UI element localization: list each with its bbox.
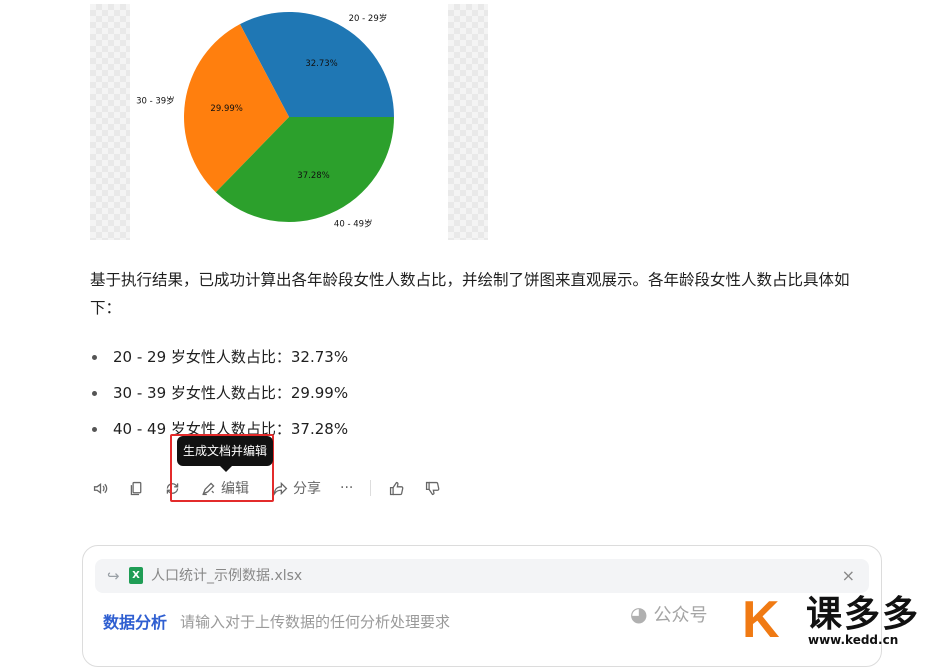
brand-name: 课多多 — [806, 594, 921, 635]
reply-arrow-icon: ↪ — [107, 567, 120, 585]
edit-tooltip: 生成文档并编辑 — [177, 436, 273, 466]
tooltip-arrow — [220, 466, 232, 472]
pie-chart: 32.73% 20 - 29岁 29.99% 30 - 39岁 37.28% 40 - 4… — [90, 4, 488, 240]
share-button[interactable]: 分享 — [272, 476, 321, 500]
copy-button[interactable] — [128, 476, 145, 500]
divider — [370, 480, 371, 496]
attached-file-name: 人口统计_示例数据.xlsx — [151, 568, 303, 584]
speaker-icon — [93, 482, 108, 494]
attached-file-chip[interactable]: ↪ X 人口统计_示例数据.xlsx × — [95, 559, 869, 593]
list-item: 20 - 29 岁女性人数占比：32.73% — [90, 343, 348, 379]
brand-url: www.kedd.cn — [808, 633, 899, 647]
slice-category-label: 20 - 29岁 — [349, 13, 388, 24]
watermark-account: 公众号 — [653, 605, 708, 626]
chat-input-placeholder[interactable]: 请输入对于上传数据的任何分析处理要求 — [180, 611, 450, 632]
excel-file-icon: X — [129, 567, 143, 584]
slice-percent-label: 32.73% — [305, 59, 337, 69]
slice-category-label: 30 - 39岁 — [136, 96, 175, 107]
wechat-icon: ◕ — [630, 602, 648, 626]
share-icon — [273, 481, 288, 496]
wechat-watermark: ◕ 公众号 — [630, 594, 707, 634]
copy-icon — [130, 481, 142, 495]
brand-logo: K 课多多 www.kedd.cn — [742, 593, 938, 651]
like-button[interactable] — [388, 476, 405, 500]
brand-logo-letter: K — [742, 591, 780, 649]
more-button[interactable]: ··· — [340, 476, 353, 500]
pie-chart-svg: 32.73% 20 - 29岁 29.99% 30 - 39岁 37.28% 40 - 4… — [136, 11, 394, 229]
dislike-button[interactable] — [424, 476, 441, 500]
slice-category-label: 40 - 49岁 — [334, 218, 373, 229]
slice-percent-label: 37.28% — [297, 171, 329, 181]
list-item: 30 - 39 岁女性人数占比：29.99% — [90, 379, 348, 415]
slice-percent-label: 29.99% — [210, 104, 242, 114]
read-aloud-button[interactable] — [92, 476, 109, 500]
thumbs-down-icon — [425, 481, 440, 495]
data-analysis-mode-tag[interactable]: 数据分析 — [103, 609, 167, 633]
more-icon: ··· — [340, 480, 354, 496]
assistant-summary: 基于执行结果，已成功计算出各年龄段女性人数占比，并绘制了饼图来直观展示。各年龄段… — [90, 271, 850, 317]
thumbs-up-icon — [389, 481, 404, 495]
share-label: 分享 — [293, 481, 321, 497]
remove-file-button[interactable]: × — [842, 559, 855, 593]
